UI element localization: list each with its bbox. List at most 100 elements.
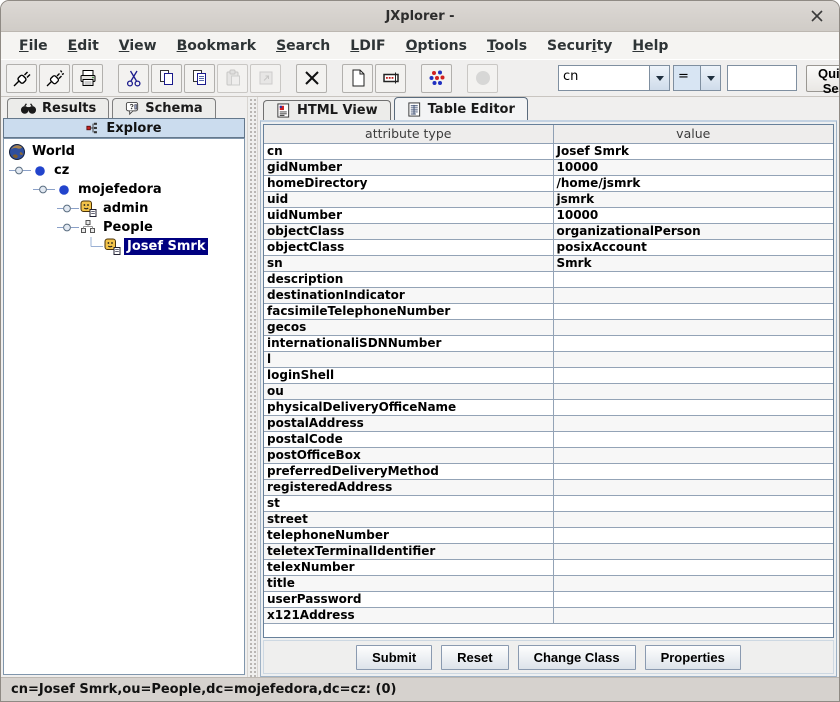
value-cell[interactable] <box>553 367 833 383</box>
menu-options[interactable]: Options <box>396 35 477 57</box>
tree-node-josef-smrk[interactable]: Josef Smrk <box>4 237 244 256</box>
value-cell[interactable]: organizationalPerson <box>553 223 833 239</box>
panel-splitter[interactable] <box>247 97 258 677</box>
value-cell[interactable]: posixAccount <box>553 239 833 255</box>
tree-node-cz[interactable]: cz <box>4 161 244 180</box>
tree-node-mojefedora[interactable]: mojefedora <box>4 180 244 199</box>
copy-dn-button[interactable] <box>184 64 215 93</box>
menu-file[interactable]: File <box>9 35 58 57</box>
value-cell[interactable] <box>553 463 833 479</box>
attribute-type-cell[interactable]: objectClass <box>264 223 553 239</box>
value-cell[interactable]: jsmrk <box>553 191 833 207</box>
menu-view[interactable]: View <box>109 35 167 57</box>
attribute-type-cell[interactable]: x121Address <box>264 607 553 623</box>
attribute-type-cell[interactable]: destinationIndicator <box>264 287 553 303</box>
print-button[interactable] <box>72 64 103 93</box>
attribute-type-cell[interactable]: teletexTerminalIdentifier <box>264 543 553 559</box>
attribute-type-cell[interactable]: uidNumber <box>264 207 553 223</box>
attribute-type-cell[interactable]: street <box>264 511 553 527</box>
tree-handle-icon[interactable] <box>56 218 80 237</box>
delete-button[interactable] <box>296 64 327 93</box>
menu-security[interactable]: Security <box>537 35 622 57</box>
tab-schema[interactable]: Schema <box>112 98 215 118</box>
value-cell[interactable]: /home/jsmrk <box>553 175 833 191</box>
properties-button[interactable]: Properties <box>645 645 741 670</box>
attribute-type-cell[interactable]: loginShell <box>264 367 553 383</box>
tab-table-editor[interactable]: Table Editor <box>394 97 528 120</box>
attribute-type-cell[interactable]: userPassword <box>264 591 553 607</box>
value-cell[interactable] <box>553 527 833 543</box>
tree-node-people[interactable]: People <box>4 218 244 237</box>
value-cell[interactable] <box>553 479 833 495</box>
value-cell[interactable] <box>553 543 833 559</box>
attribute-type-cell[interactable]: cn <box>264 143 553 159</box>
value-cell[interactable] <box>553 431 833 447</box>
attribute-type-cell[interactable]: gidNumber <box>264 159 553 175</box>
attribute-type-cell[interactable]: internationaliSDNNumber <box>264 335 553 351</box>
attribute-type-cell[interactable]: homeDirectory <box>264 175 553 191</box>
attribute-combobox-arrow[interactable] <box>650 65 670 91</box>
attribute-type-cell[interactable]: objectClass <box>264 239 553 255</box>
quick-search-button[interactable]: Quick Se... <box>806 65 840 92</box>
value-cell[interactable] <box>553 591 833 607</box>
menu-edit[interactable]: Edit <box>58 35 109 57</box>
value-cell[interactable] <box>553 575 833 591</box>
search-value-input[interactable] <box>727 65 797 91</box>
tab-results[interactable]: Results <box>7 98 109 118</box>
tree-node-world[interactable]: World <box>4 142 244 161</box>
value-cell[interactable] <box>553 447 833 463</box>
menu-help[interactable]: Help <box>622 35 678 57</box>
value-cell[interactable] <box>553 303 833 319</box>
value-cell[interactable] <box>553 319 833 335</box>
attribute-type-cell[interactable]: postOfficeBox <box>264 447 553 463</box>
submit-button[interactable]: Submit <box>356 645 432 670</box>
value-cell[interactable] <box>553 383 833 399</box>
value-cell[interactable] <box>553 399 833 415</box>
attribute-type-cell[interactable]: postalCode <box>264 431 553 447</box>
copy-button[interactable] <box>151 64 182 93</box>
value-cell[interactable] <box>553 287 833 303</box>
value-cell[interactable] <box>553 271 833 287</box>
attribute-type-cell[interactable]: l <box>264 351 553 367</box>
value-cell[interactable] <box>553 415 833 431</box>
attribute-type-cell[interactable]: uid <box>264 191 553 207</box>
close-button[interactable] <box>809 8 825 24</box>
rename-button[interactable] <box>375 64 406 93</box>
attribute-type-cell[interactable]: gecos <box>264 319 553 335</box>
attribute-type-cell[interactable]: sn <box>264 255 553 271</box>
operator-combobox-value[interactable]: = <box>673 65 701 91</box>
tab-html-view[interactable]: HTML View <box>263 100 391 120</box>
tree-handle-icon[interactable] <box>32 180 56 199</box>
value-cell[interactable] <box>553 351 833 367</box>
attribute-type-cell[interactable]: ou <box>264 383 553 399</box>
cut-button[interactable] <box>118 64 149 93</box>
value-cell[interactable]: 10000 <box>553 159 833 175</box>
operator-combobox[interactable]: = <box>673 65 721 91</box>
tab-explore[interactable]: Explore <box>3 118 245 138</box>
value-cell[interactable] <box>553 559 833 575</box>
value-cell[interactable] <box>553 511 833 527</box>
attribute-type-cell[interactable]: title <box>264 575 553 591</box>
attribute-combobox[interactable]: cn <box>558 65 670 91</box>
value-cell[interactable] <box>553 495 833 511</box>
value-cell[interactable]: 10000 <box>553 207 833 223</box>
menu-search[interactable]: Search <box>266 35 340 57</box>
tree-handle-icon[interactable] <box>8 161 32 180</box>
value-cell[interactable] <box>553 607 833 623</box>
attribute-type-cell[interactable]: description <box>264 271 553 287</box>
attribute-type-cell[interactable]: physicalDeliveryOfficeName <box>264 399 553 415</box>
value-cell[interactable] <box>553 335 833 351</box>
attribute-type-cell[interactable]: telephoneNumber <box>264 527 553 543</box>
value-cell[interactable]: Smrk <box>553 255 833 271</box>
new-entry-button[interactable] <box>342 64 373 93</box>
value-cell[interactable]: Josef Smrk <box>553 143 833 159</box>
attribute-type-cell[interactable]: st <box>264 495 553 511</box>
change-class-button[interactable]: Change Class <box>518 645 636 670</box>
reset-button[interactable]: Reset <box>441 645 508 670</box>
attribute-type-cell[interactable]: facsimileTelephoneNumber <box>264 303 553 319</box>
tree-handle-icon[interactable] <box>56 199 80 218</box>
attribute-type-cell[interactable]: preferredDeliveryMethod <box>264 463 553 479</box>
attribute-combobox-value[interactable]: cn <box>558 65 650 91</box>
disconnect-button[interactable] <box>39 64 70 93</box>
menu-ldif[interactable]: LDIF <box>340 35 395 57</box>
